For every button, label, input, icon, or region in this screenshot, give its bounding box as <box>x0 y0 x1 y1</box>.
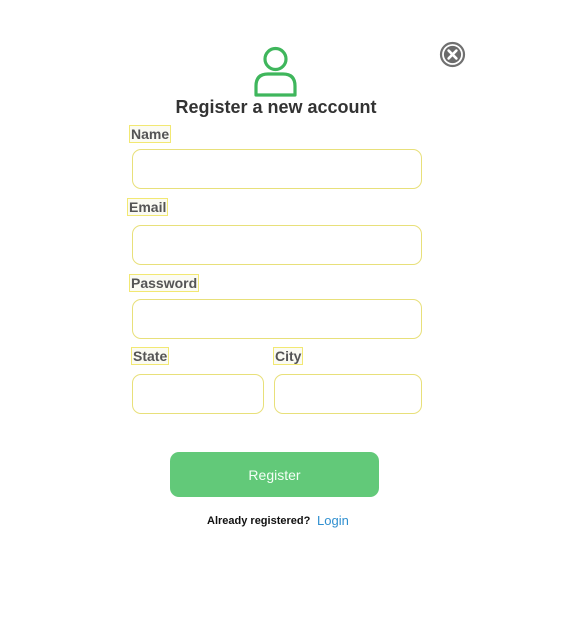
name-input[interactable] <box>132 149 422 189</box>
form-title: Register a new account <box>175 97 377 117</box>
email-input[interactable] <box>132 225 422 265</box>
already-registered-text: Already registered? <box>207 515 311 527</box>
close-circle-icon <box>439 41 466 68</box>
password-label: Password <box>128 274 200 292</box>
register-button[interactable]: Register <box>170 452 379 497</box>
close-button[interactable] <box>439 41 466 68</box>
name-label: Name <box>128 125 172 143</box>
user-outline-icon <box>254 46 297 97</box>
city-input[interactable] <box>274 374 422 414</box>
register-page: Register a new account Name Email Passwo… <box>0 0 581 622</box>
state-input[interactable] <box>132 374 264 414</box>
city-label: City <box>272 347 304 365</box>
email-label: Email <box>126 198 169 216</box>
password-input[interactable] <box>132 299 422 339</box>
user-avatar <box>252 46 299 98</box>
state-label: State <box>130 347 170 365</box>
login-link[interactable]: Login <box>317 513 349 528</box>
